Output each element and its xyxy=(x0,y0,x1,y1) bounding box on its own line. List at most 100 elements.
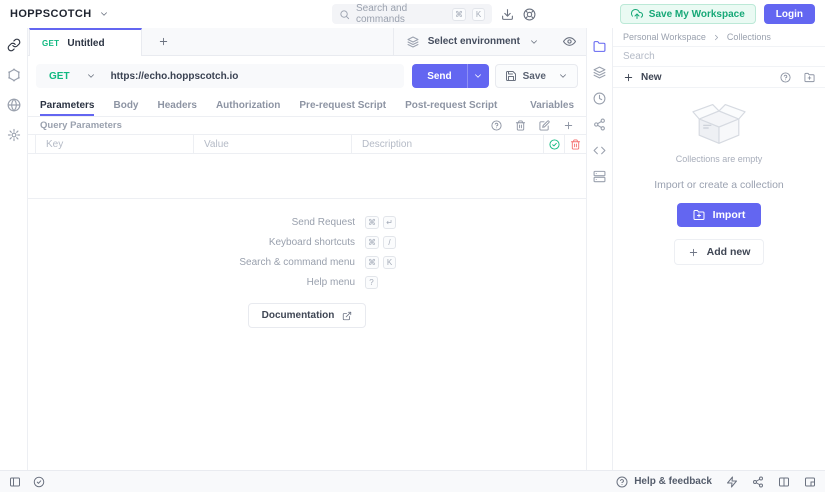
interceptor-button[interactable] xyxy=(33,476,45,488)
search-placeholder: Search and commands xyxy=(356,3,446,25)
toggle-columns-button[interactable] xyxy=(778,476,790,488)
tab-headers[interactable]: Headers xyxy=(157,96,196,116)
expand-sidebar-button[interactable] xyxy=(9,476,21,488)
query-parameters-header: Query Parameters xyxy=(28,117,586,135)
param-value-input[interactable] xyxy=(204,139,341,150)
breadcrumb-workspace[interactable]: Personal Workspace xyxy=(623,32,706,42)
plus-icon xyxy=(563,120,574,131)
save-workspace-button[interactable]: Save My Workspace xyxy=(620,4,756,24)
share-button[interactable] xyxy=(752,476,764,488)
import-export-button[interactable] xyxy=(804,72,815,83)
help-circle-icon xyxy=(491,120,502,131)
shortcut-label: Keyboard shortcuts xyxy=(189,237,355,248)
collections-help-button[interactable] xyxy=(780,72,791,83)
toggle-panel-button[interactable] xyxy=(804,476,816,488)
rail-item-mock[interactable] xyxy=(593,170,606,183)
send-split-button: Send xyxy=(412,64,488,88)
param-key-cell xyxy=(36,135,194,153)
shortcuts-button[interactable] xyxy=(726,476,738,488)
topbar-center: Search and commands ⌘ K xyxy=(332,4,536,24)
param-description-input[interactable] xyxy=(362,139,533,150)
rail-item-generate-code[interactable] xyxy=(593,144,606,157)
plus-icon xyxy=(623,72,634,83)
status-bar: Help & feedback xyxy=(0,470,825,492)
trash-icon xyxy=(570,139,581,150)
sidebar-item-realtime[interactable] xyxy=(7,98,21,112)
documentation-button[interactable]: Documentation xyxy=(248,303,367,328)
method-select[interactable]: GET xyxy=(36,64,107,88)
layers-icon xyxy=(593,66,606,79)
wiki-help-button[interactable] xyxy=(491,120,502,131)
url-box: GET xyxy=(36,64,404,88)
param-value-cell xyxy=(194,135,352,153)
share-icon xyxy=(752,476,764,488)
query-parameters-body xyxy=(28,154,586,199)
shortcut-row: Keyboard shortcuts ⌘/ xyxy=(189,232,425,252)
param-delete-button[interactable] xyxy=(565,135,586,153)
clear-all-params-button[interactable] xyxy=(515,120,526,131)
panel-left-icon xyxy=(9,476,21,488)
environment-select[interactable]: Select environment xyxy=(393,28,552,55)
empty-state-title: Collections are empty xyxy=(676,154,763,164)
kbd-k: K xyxy=(472,8,485,21)
cloud-upload-icon xyxy=(631,8,643,20)
save-request-button[interactable]: Save xyxy=(495,64,578,88)
url-input[interactable] xyxy=(107,71,405,82)
request-bar: GET Send Save xyxy=(36,64,578,88)
request-panel: GET Untitled Select environment GET xyxy=(28,28,587,470)
tab-parameters[interactable]: Parameters xyxy=(40,96,94,116)
kbd-slash: / xyxy=(383,236,396,249)
logo-menu-button[interactable] xyxy=(99,9,109,19)
sidebar-item-settings[interactable] xyxy=(7,128,21,142)
param-drag-handle[interactable] xyxy=(28,135,36,153)
new-collection-button[interactable]: New xyxy=(623,72,662,83)
help-feedback-button[interactable]: Help & feedback xyxy=(616,476,712,488)
support-button[interactable] xyxy=(523,8,536,21)
tab-pre-request-script[interactable]: Pre-request Script xyxy=(299,96,386,116)
add-param-button[interactable] xyxy=(563,120,574,131)
left-sidebar xyxy=(0,28,28,470)
collections-actions-right xyxy=(780,72,815,83)
method-label: GET xyxy=(49,71,70,82)
share-icon xyxy=(593,118,606,131)
param-toggle-active-button[interactable] xyxy=(544,135,565,153)
kbd-cmd: ⌘ xyxy=(365,256,379,269)
request-tabstrip: GET Untitled Select environment xyxy=(28,28,586,56)
install-app-button[interactable] xyxy=(501,8,514,21)
rail-item-environments[interactable] xyxy=(593,66,606,79)
rail-item-share[interactable] xyxy=(593,118,606,131)
bulk-edit-button[interactable] xyxy=(539,120,550,131)
environment-quick-peek-button[interactable] xyxy=(552,28,586,55)
right-sidebar xyxy=(587,28,612,470)
tab-variables[interactable]: Variables xyxy=(530,96,574,116)
external-link-icon xyxy=(342,311,352,321)
request-tab[interactable]: GET Untitled xyxy=(29,28,142,56)
statusbar-right: Help & feedback xyxy=(616,476,816,488)
login-button[interactable]: Login xyxy=(764,4,815,24)
topbar-right: Save My Workspace Login xyxy=(620,4,815,24)
search-command-button[interactable]: Search and commands ⌘ K xyxy=(332,4,492,24)
add-new-button[interactable]: Add new xyxy=(674,239,765,265)
import-button[interactable]: Import xyxy=(677,203,762,227)
param-key-input[interactable] xyxy=(46,139,183,150)
gear-icon xyxy=(7,128,21,142)
sidebar-item-graphql[interactable] xyxy=(7,68,21,82)
tab-post-request-script[interactable]: Post-request Script xyxy=(405,96,497,116)
documentation-label: Documentation xyxy=(262,310,335,321)
main-area: GET Untitled Select environment GET xyxy=(0,28,825,470)
eye-icon xyxy=(563,35,576,48)
shortcut-row: Search & command menu ⌘K xyxy=(189,252,425,272)
panel-corner-icon xyxy=(804,476,816,488)
tab-body[interactable]: Body xyxy=(113,96,138,116)
new-tab-button[interactable] xyxy=(148,28,178,55)
send-options-button[interactable] xyxy=(467,64,489,88)
rail-item-collections[interactable] xyxy=(593,40,606,53)
rail-item-history[interactable] xyxy=(593,92,606,105)
check-circle-icon xyxy=(549,139,560,150)
send-button[interactable]: Send xyxy=(412,71,466,82)
collections-search-input[interactable] xyxy=(623,51,815,62)
sidebar-item-rest[interactable] xyxy=(7,38,21,52)
chevron-down-icon xyxy=(99,9,109,19)
edit-icon xyxy=(539,120,550,131)
tab-authorization[interactable]: Authorization xyxy=(216,96,280,116)
